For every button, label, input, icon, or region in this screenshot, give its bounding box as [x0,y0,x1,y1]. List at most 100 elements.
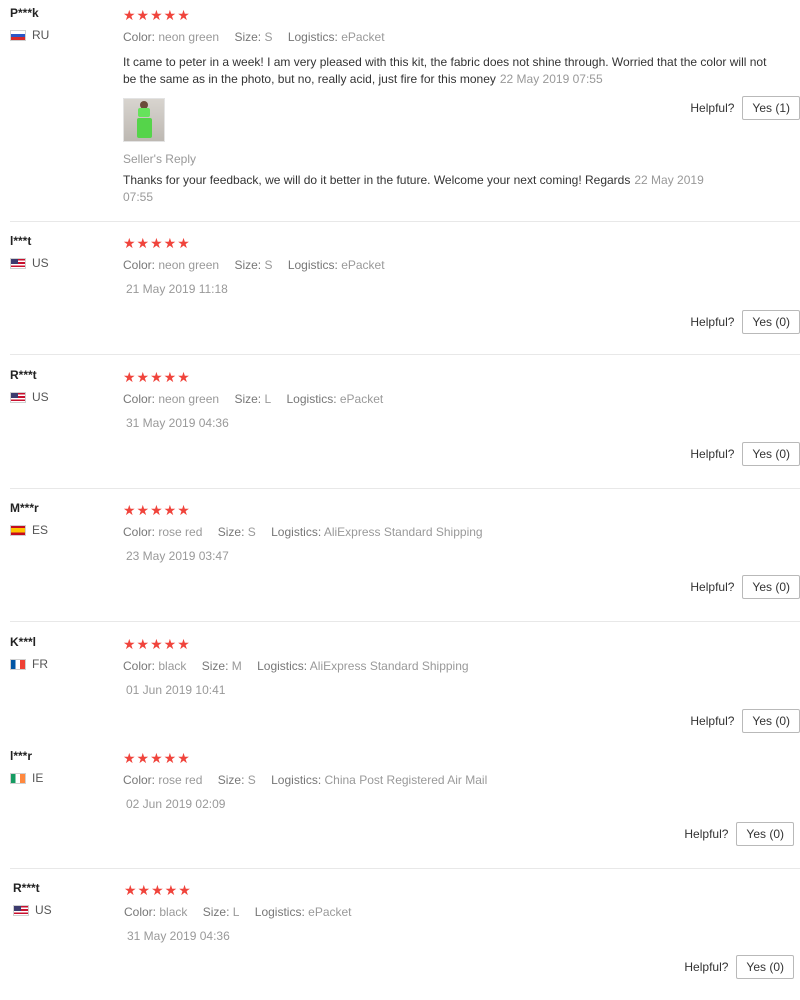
logistics-label: Logistics: [271,773,322,787]
helpful-yes-button[interactable]: Yes (0) [742,575,800,599]
review-body: It came to peter in a week! I am very pl… [123,55,767,86]
review-item: M***r ES ★★★★★ Color: rose red Size: S L… [0,495,800,622]
helpful-label: Helpful? [690,580,735,594]
review-date: 02 Jun 2019 02:09 [126,797,226,811]
helpful-label: Helpful? [684,827,729,841]
reviewer-country: IE [10,771,110,785]
color-label: Color: [123,773,156,787]
logistics-label: Logistics: [287,30,338,44]
helpful-section: Helpful? Yes (1) [690,96,800,120]
color-value: rose red [158,525,203,539]
flag-us-icon [10,391,26,403]
review-date: 22 May 2019 07:55 [499,72,603,86]
seller-reply: Thanks for your feedback, we will do it … [123,172,733,206]
review-content: ★★★★★ Color: neon green Size: L Logistic… [123,368,800,430]
color-value: neon green [158,30,220,44]
review-date: 31 May 2019 04:36 [127,929,230,943]
helpful-section: Helpful? Yes (0) [690,442,800,466]
color-value: neon green [158,258,220,272]
reviewer-info: P***k RU [10,6,110,42]
helpful-label: Helpful? [690,101,735,115]
review-list: P***k RU ★★★★★ Color: neon green Size: S… [0,0,800,1000]
review-content: ★★★★★ Color: black Size: M Logistics: Al… [123,635,800,697]
seller-reply-text: Thanks for your feedback, we will do it … [123,173,631,187]
reviewer-name: K***l [10,635,37,649]
helpful-yes-button[interactable]: Yes (0) [742,709,800,733]
star-rating: ★★★★★ [123,235,191,251]
review-content: ★★★★★ Color: rose red Size: S Logistics:… [123,749,800,811]
reviewer-info: K***l FR [10,635,110,671]
helpful-label: Helpful? [690,714,735,728]
review-date: 21 May 2019 11:18 [126,282,228,296]
helpful-label: Helpful? [690,447,735,461]
helpful-section: Helpful? Yes (0) [690,310,800,334]
color-value: neon green [158,392,220,406]
reviewer-info: R***t US [13,881,113,917]
review-date: 31 May 2019 04:36 [126,416,229,430]
reviewer-info: l***r IE [10,749,110,785]
review-item: P***k RU ★★★★★ Color: neon green Size: S… [0,0,800,222]
reviewer-name: P***k [10,6,39,20]
size-value: S [247,773,256,787]
helpful-label: Helpful? [690,315,735,329]
review-date: 01 Jun 2019 10:41 [126,683,226,697]
color-value: black [159,905,188,919]
logistics-value: AliExpress Standard Shipping [309,659,469,673]
color-value: black [158,659,187,673]
review-attributes: Color: neon green Size: S Logistics: ePa… [123,258,800,274]
size-label: Size: [234,392,262,406]
helpful-yes-button[interactable]: Yes (0) [742,442,800,466]
reviewer-name: R***t [10,368,37,382]
review-photo[interactable] [123,98,165,142]
review-content: ★★★★★ Color: rose red Size: S Logistics:… [123,501,800,563]
size-label: Size: [217,525,245,539]
helpful-yes-button[interactable]: Yes (1) [742,96,800,120]
helpful-yes-button[interactable]: Yes (0) [736,822,794,846]
country-code: IE [32,771,44,785]
logistics-value: China Post Registered Air Mail [324,773,488,787]
review-attributes: Color: neon green Size: L Logistics: ePa… [123,392,800,408]
logistics-value: ePacket [341,30,385,44]
reviewer-name: R***t [13,881,40,895]
helpful-yes-button[interactable]: Yes (0) [736,955,794,979]
logistics-value: ePacket [341,258,385,272]
star-rating: ★★★★★ [123,636,191,652]
logistics-label: Logistics: [271,525,322,539]
flag-ru-icon [10,29,26,41]
star-rating: ★★★★★ [123,369,191,385]
size-value: L [232,905,240,919]
size-label: Size: [234,258,262,272]
reviewer-country: RU [10,28,110,42]
size-value: L [264,392,272,406]
review-content: ★★★★★ Color: black Size: L Logistics: eP… [124,881,800,943]
color-label: Color: [123,659,156,673]
star-rating: ★★★★★ [123,750,191,766]
reviewer-country: ES [10,523,110,537]
helpful-section: Helpful? Yes (0) [690,709,800,733]
review-attributes: Color: rose red Size: S Logistics: AliEx… [123,525,800,541]
size-value: S [264,258,273,272]
review-item: R***t US ★★★★★ Color: black Size: L Logi… [0,875,800,1000]
star-rating: ★★★★★ [124,882,192,898]
size-label: Size: [202,905,230,919]
size-label: Size: [234,30,262,44]
color-value: rose red [158,773,203,787]
size-label: Size: [201,659,229,673]
review-attributes: Color: black Size: L Logistics: ePacket [124,905,800,921]
reviewer-info: l***t US [10,234,110,270]
helpful-yes-button[interactable]: Yes (0) [742,310,800,334]
review-date: 23 May 2019 03:47 [126,549,229,563]
logistics-label: Logistics: [257,659,308,673]
review-text: It came to peter in a week! I am very pl… [123,54,783,88]
logistics-value: ePacket [339,392,384,406]
review-item: l***r IE ★★★★★ Color: rose red Size: S L… [0,743,800,869]
flag-fr-icon [10,658,26,670]
logistics-value: ePacket [308,905,352,919]
flag-us-icon [10,257,26,269]
logistics-value: AliExpress Standard Shipping [323,525,483,539]
reviewer-name: M***r [10,501,39,515]
color-label: Color: [123,30,156,44]
country-code: RU [32,28,50,42]
review-item: K***l FR ★★★★★ Color: black Size: M Logi… [0,629,800,744]
country-code: US [35,903,52,917]
